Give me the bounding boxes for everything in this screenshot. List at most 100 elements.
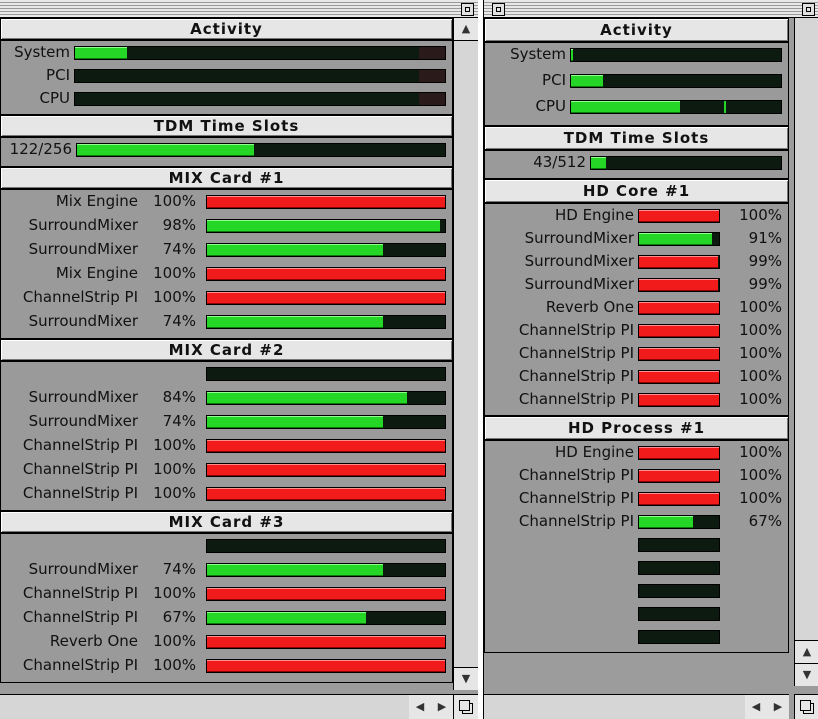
plugin-row: SurroundMixer 74% xyxy=(0,559,453,579)
plugin-meter-fill xyxy=(207,612,367,624)
plugin-meter xyxy=(638,607,720,621)
plugin-name: SurroundMixer xyxy=(524,229,634,247)
plugin-meter xyxy=(638,278,720,292)
scroll-right-arrow-icon[interactable]: ▶ xyxy=(767,695,789,719)
plugin-meter-fill xyxy=(207,588,445,600)
plugin-meter xyxy=(638,630,720,644)
tdm-value: 43/512 xyxy=(533,153,586,171)
right-usage-window: Activity System PCI CPU TDM Time Slots 43/512… xyxy=(483,0,818,719)
plugin-meter xyxy=(206,291,446,305)
plugin-meter xyxy=(206,315,446,329)
activity-meter xyxy=(570,74,782,88)
activity-row-system: System xyxy=(484,44,789,64)
grow-box-icon[interactable] xyxy=(794,694,818,719)
grow-box-icon[interactable] xyxy=(453,694,478,719)
plugin-meter xyxy=(638,469,720,483)
tdm-row: 122/256 xyxy=(0,139,453,159)
plugin-meter xyxy=(638,324,720,338)
plugin-percent: 99% xyxy=(748,275,782,293)
plugin-row: ChannelStrip PI 100% xyxy=(484,320,789,340)
plugin-meter-fill xyxy=(639,348,719,360)
plugin-row: SurroundMixer 99% xyxy=(484,274,789,294)
plugin-meter xyxy=(206,219,446,233)
plugin-name: Mix Engine xyxy=(55,264,138,282)
plugin-row xyxy=(484,603,789,623)
activity-meter-fill xyxy=(75,47,127,59)
plugin-meter-fill xyxy=(639,470,719,482)
plugin-percent: 67% xyxy=(748,512,782,530)
scroll-up-arrow-icon[interactable]: ▲ xyxy=(795,640,818,663)
tdm-meter-fill xyxy=(77,144,254,156)
right-vertical-scrollbar[interactable]: ▲ ▼ xyxy=(794,18,818,686)
plugin-percent: 100% xyxy=(153,460,196,478)
scroll-left-arrow-icon[interactable]: ◀ xyxy=(409,695,431,719)
card-header: MIX Card #3 xyxy=(0,511,453,533)
scroll-right-arrow-icon[interactable]: ▶ xyxy=(431,695,453,719)
plugin-row xyxy=(484,580,789,600)
left-usage-window: Activity System PCI CPU TDM Time Slots 122/25… xyxy=(0,0,478,719)
activity-header: Activity xyxy=(484,18,789,42)
plugin-meter-fill xyxy=(639,279,719,291)
plugin-row: ChannelStrip PI 67% xyxy=(484,511,789,531)
plugin-row: ChannelStrip PI 100% xyxy=(0,655,453,675)
scroll-left-arrow-icon[interactable]: ◀ xyxy=(745,695,767,719)
plugin-name: ChannelStrip PI xyxy=(22,656,138,674)
plugin-name: ChannelStrip PI xyxy=(518,390,634,408)
activity-label: CPU xyxy=(39,89,71,107)
plugin-row: Mix Engine 100% xyxy=(0,191,453,211)
activity-row-system: System xyxy=(0,42,453,62)
activity-row-pci: PCI xyxy=(484,70,789,90)
left-vertical-scrollbar[interactable]: ▲ ▼ xyxy=(453,18,478,690)
scroll-up-arrow-icon[interactable]: ▲ xyxy=(454,18,478,41)
plugin-percent: 100% xyxy=(739,367,782,385)
plugin-row: ChannelStrip PI 100% xyxy=(0,483,453,503)
tdm-meter xyxy=(590,156,782,170)
plugin-meter xyxy=(206,659,446,673)
tdm-row: 43/512 xyxy=(484,152,789,172)
plugin-meter xyxy=(206,439,446,453)
plugin-meter xyxy=(638,515,720,529)
plugin-meter-fill xyxy=(207,292,445,304)
scroll-down-arrow-icon[interactable]: ▼ xyxy=(454,667,478,690)
plugin-meter-fill xyxy=(639,256,719,268)
tdm-time-slots-header: TDM Time Slots xyxy=(484,126,789,150)
plugin-row: ChannelStrip PI 100% xyxy=(0,435,453,455)
activity-label: System xyxy=(14,43,70,61)
right-horizontal-scrollbar[interactable]: ◀ ▶ xyxy=(484,694,789,719)
plugin-percent: 100% xyxy=(153,288,196,306)
scroll-down-arrow-icon[interactable]: ▼ xyxy=(795,663,818,686)
activity-meter xyxy=(74,69,446,83)
close-box-icon[interactable] xyxy=(492,3,505,16)
plugin-name: Reverb One xyxy=(545,298,634,316)
left-horizontal-scrollbar[interactable]: ◀ ▶ xyxy=(0,694,453,719)
plugin-meter-fill xyxy=(639,447,719,459)
card-header: HD Process #1 xyxy=(484,416,789,440)
zoom-box-icon[interactable] xyxy=(802,3,815,16)
plugin-name: ChannelStrip PI xyxy=(22,460,138,478)
plugin-meter xyxy=(206,487,446,501)
plugin-meter-fill xyxy=(207,660,445,672)
plugin-meter xyxy=(638,538,720,552)
zoom-box-icon[interactable] xyxy=(461,3,474,16)
plugin-meter xyxy=(206,243,446,257)
activity-meter-fill xyxy=(571,75,603,87)
plugin-name: ChannelStrip PI xyxy=(22,288,138,306)
plugin-row: ChannelStrip PI 100% xyxy=(484,389,789,409)
activity-meter xyxy=(570,100,782,114)
plugin-meter xyxy=(206,415,446,429)
activity-label: PCI xyxy=(542,71,566,89)
plugin-percent: 100% xyxy=(153,264,196,282)
plugin-meter-fill xyxy=(639,325,719,337)
plugin-meter xyxy=(638,255,720,269)
right-title-bar[interactable] xyxy=(484,0,818,18)
plugin-percent: 100% xyxy=(739,344,782,362)
plugin-row: ChannelStrip PI 100% xyxy=(0,583,453,603)
plugin-row: SurroundMixer 91% xyxy=(484,228,789,248)
plugin-meter xyxy=(206,563,446,577)
left-title-bar[interactable] xyxy=(0,0,478,18)
plugin-row xyxy=(484,557,789,577)
plugin-meter xyxy=(206,539,446,553)
plugin-name: ChannelStrip PI xyxy=(22,436,138,454)
tdm-time-slots-header: TDM Time Slots xyxy=(0,115,453,137)
plugin-name: ChannelStrip PI xyxy=(22,484,138,502)
